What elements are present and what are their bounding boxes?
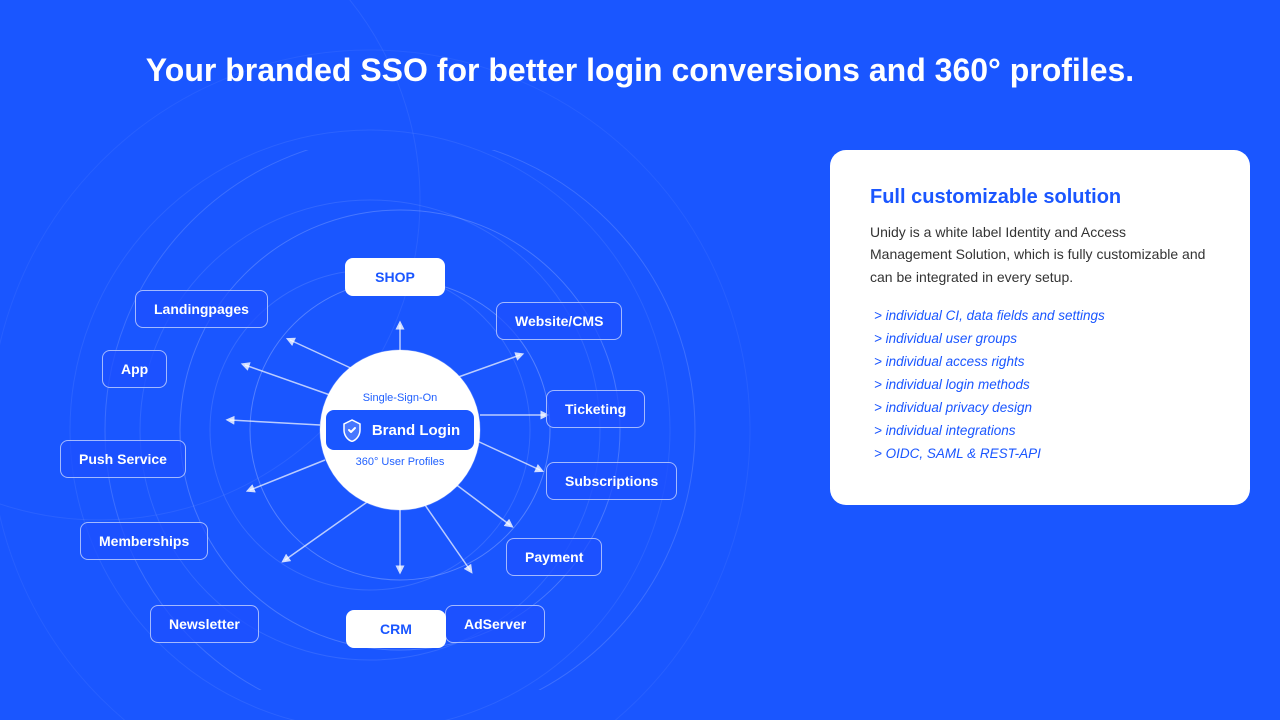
shop-label: SHOP (375, 269, 415, 285)
center-circle: Single-Sign-On Brand Login 360° User Pro… (320, 350, 480, 510)
push-service-label: Push Service (79, 451, 167, 467)
feature-item: > individual user groups (870, 331, 1210, 346)
newsletter-label: Newsletter (169, 616, 240, 632)
memberships-box: Memberships (80, 522, 208, 560)
sso-label: Single-Sign-On (363, 392, 438, 404)
feature-item: > individual integrations (870, 423, 1210, 438)
adserver-label: AdServer (464, 616, 526, 632)
info-card: Full customizable solution Unidy is a wh… (830, 150, 1250, 505)
page-headline: Your branded SSO for better login conver… (0, 52, 1280, 89)
subscriptions-label: Subscriptions (565, 473, 658, 489)
profiles-label: 360° User Profiles (356, 456, 445, 468)
card-description: Unidy is a white label Identity and Acce… (870, 221, 1210, 288)
card-features-list: > individual CI, data fields and setting… (870, 308, 1210, 461)
payment-box: Payment (506, 538, 602, 576)
brand-login-button[interactable]: Brand Login (326, 410, 474, 450)
shield-icon (340, 418, 364, 442)
feature-item: > individual login methods (870, 377, 1210, 392)
app-label: App (121, 361, 148, 377)
headline-text: Your branded SSO for better login conver… (146, 52, 1134, 88)
feature-item: > individual privacy design (870, 400, 1210, 415)
website-cms-box: Website/CMS (496, 302, 622, 340)
shop-box: SHOP (345, 258, 445, 296)
brand-login-label: Brand Login (372, 422, 460, 439)
landingpages-box: Landingpages (135, 290, 268, 328)
subscriptions-box: Subscriptions (546, 462, 677, 500)
feature-item: > individual access rights (870, 354, 1210, 369)
card-title: Full customizable solution (870, 186, 1210, 209)
crm-label: CRM (380, 621, 412, 637)
app-box: App (102, 350, 167, 388)
payment-label: Payment (525, 549, 583, 565)
feature-item: > OIDC, SAML & REST-API (870, 446, 1210, 461)
ticketing-label: Ticketing (565, 401, 626, 417)
memberships-label: Memberships (99, 533, 189, 549)
feature-item: > individual CI, data fields and setting… (870, 308, 1210, 323)
ticketing-box: Ticketing (546, 390, 645, 428)
diagram-container: Single-Sign-On Brand Login 360° User Pro… (30, 150, 770, 690)
landingpages-label: Landingpages (154, 301, 249, 317)
website-cms-label: Website/CMS (515, 313, 603, 329)
adserver-box: AdServer (445, 605, 545, 643)
push-service-box: Push Service (60, 440, 186, 478)
newsletter-box: Newsletter (150, 605, 259, 643)
crm-box: CRM (346, 610, 446, 648)
